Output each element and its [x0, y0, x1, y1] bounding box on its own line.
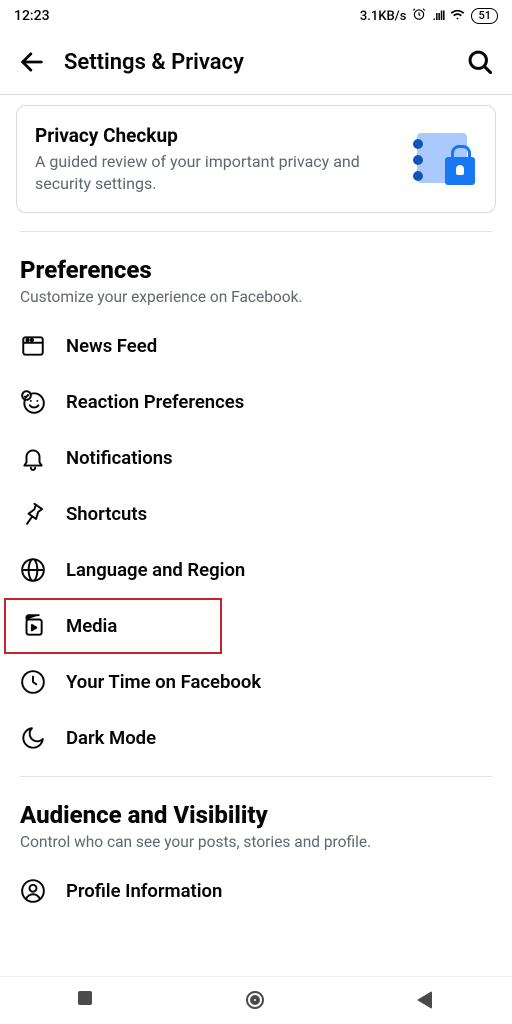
news-feed-icon	[20, 333, 46, 359]
item-label: Shortcuts	[66, 503, 147, 525]
item-label: Media	[66, 615, 117, 637]
signal-icon: .ııll	[432, 9, 444, 24]
card-subtitle: A guided review of your important privac…	[35, 151, 399, 194]
status-time: 12:23	[14, 8, 50, 24]
item-reaction-preferences[interactable]: Reaction Preferences	[0, 374, 512, 430]
item-label: Your Time on Facebook	[66, 671, 261, 693]
item-label: Language and Region	[66, 559, 245, 581]
media-icon	[20, 613, 46, 639]
section-title: Audience and Visibility	[20, 801, 492, 829]
wifi-icon	[450, 7, 465, 26]
item-label: Notifications	[66, 447, 173, 469]
nav-recent-button[interactable]	[75, 991, 95, 1011]
reaction-icon	[20, 389, 46, 415]
divider	[0, 94, 512, 95]
item-label: Reaction Preferences	[66, 391, 244, 413]
nav-back-button[interactable]	[417, 991, 437, 1011]
item-label: Profile Information	[66, 880, 222, 902]
moon-icon	[20, 725, 46, 751]
item-label: Dark Mode	[66, 727, 156, 749]
globe-icon	[20, 557, 46, 583]
profile-icon	[20, 878, 46, 904]
privacy-checkup-card[interactable]: Privacy Checkup A guided review of your …	[16, 105, 496, 213]
clock-icon	[20, 669, 46, 695]
section-preferences: Preferences Customize your experience on…	[0, 232, 512, 318]
item-language-region[interactable]: Language and Region	[0, 542, 512, 598]
system-navbar	[0, 976, 512, 1024]
card-title: Privacy Checkup	[35, 124, 399, 147]
section-subtitle: Control who can see your posts, stories …	[20, 833, 492, 851]
item-notifications[interactable]: Notifications	[0, 430, 512, 486]
item-your-time[interactable]: Your Time on Facebook	[0, 654, 512, 710]
item-media[interactable]: Media	[4, 598, 222, 654]
pin-icon	[20, 501, 46, 527]
item-shortcuts[interactable]: Shortcuts	[0, 486, 512, 542]
status-bar: 12:23 3.1KB/s .ııll 51	[0, 0, 512, 32]
status-right: 3.1KB/s .ııll 51	[360, 7, 498, 26]
page-title: Settings & Privacy	[64, 50, 448, 75]
back-arrow-icon[interactable]	[18, 48, 46, 76]
battery-indicator: 51	[471, 8, 498, 24]
bell-icon	[20, 445, 46, 471]
item-dark-mode[interactable]: Dark Mode	[0, 710, 512, 766]
item-label: News Feed	[66, 335, 157, 357]
nav-home-button[interactable]	[246, 991, 266, 1011]
section-title: Preferences	[20, 256, 492, 284]
card-text: Privacy Checkup A guided review of your …	[35, 124, 399, 194]
item-news-feed[interactable]: News Feed	[0, 318, 512, 374]
section-audience: Audience and Visibility Control who can …	[0, 777, 512, 863]
app-header: Settings & Privacy	[0, 32, 512, 94]
privacy-lock-icon	[413, 133, 477, 185]
section-subtitle: Customize your experience on Facebook.	[20, 288, 492, 306]
alarm-icon	[412, 7, 426, 25]
status-net-speed: 3.1KB/s	[360, 9, 407, 24]
search-icon[interactable]	[466, 48, 494, 76]
item-profile-info[interactable]: Profile Information	[0, 863, 512, 919]
